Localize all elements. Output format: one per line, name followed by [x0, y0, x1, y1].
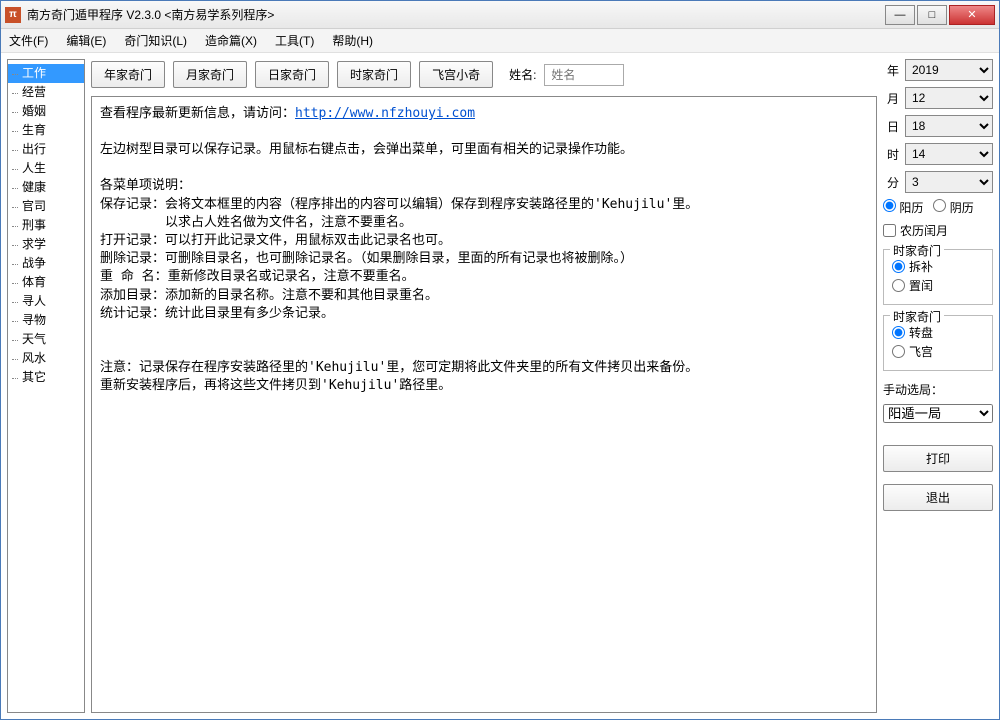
- content-line: 左边树型目录可以保存记录。用鼠标右键点击，会弹出菜单，可里面有相关的记录操作功能…: [100, 141, 868, 159]
- sidebar-item[interactable]: 出行: [8, 140, 84, 159]
- sidebar-item[interactable]: 官司: [8, 197, 84, 216]
- content-line: 删除记录：可删除目录名，也可删除记录名。（如果删除目录，里面的所有记录也将被删除…: [100, 250, 868, 268]
- sidebar-item[interactable]: 生育: [8, 121, 84, 140]
- menu-help[interactable]: 帮助(H): [332, 32, 373, 49]
- print-button[interactable]: 打印: [883, 445, 993, 472]
- content-line: 查看程序最新更新信息，请访问：: [100, 106, 295, 121]
- minute-label: 分: [883, 174, 899, 191]
- group-shijia-2: 时家奇门 转盘 飞宫: [883, 315, 993, 371]
- app-window: π 南方奇门遁甲程序 V2.3.0 <南方易学系列程序> — □ ✕ 文件(F)…: [0, 0, 1000, 720]
- month-label: 月: [883, 90, 899, 107]
- group-title: 时家奇门: [890, 308, 944, 325]
- month-select[interactable]: 12: [905, 87, 993, 109]
- sidebar-item[interactable]: 寻人: [8, 292, 84, 311]
- name-label: 姓名:: [509, 66, 536, 83]
- main: 年家奇门 月家奇门 日家奇门 时家奇门 飞宫小奇 姓名: 查看程序最新更新信息，…: [91, 59, 877, 713]
- hour-select[interactable]: 14: [905, 143, 993, 165]
- minute-select[interactable]: 3: [905, 171, 993, 193]
- window-buttons: — □ ✕: [885, 5, 995, 25]
- btn-feigong[interactable]: 飞宫小奇: [419, 61, 493, 88]
- opt-zhirun[interactable]: [892, 279, 905, 292]
- content-pane: 查看程序最新更新信息，请访问：http://www.nfzhouyi.com 左…: [91, 96, 877, 713]
- update-link[interactable]: http://www.nfzhouyi.com: [295, 106, 475, 121]
- content-line: 添加目录：添加新的目录名称。注意不要和其他目录重名。: [100, 287, 868, 305]
- cal-yin-option[interactable]: 阴历: [933, 199, 973, 216]
- close-button[interactable]: ✕: [949, 5, 995, 25]
- content-line: 各菜单项说明：: [100, 177, 868, 195]
- sidebar-item[interactable]: 健康: [8, 178, 84, 197]
- window-title: 南方奇门遁甲程序 V2.3.0 <南方易学系列程序>: [27, 6, 885, 23]
- group-title: 时家奇门: [890, 242, 944, 259]
- right-panel: 年 2019 月 12 日 18 时 14 分3 阳历 阴历 农历闰月 时家奇门 拆补 …: [883, 59, 993, 713]
- group-shijia-1: 时家奇门 拆补 置闰: [883, 249, 993, 305]
- btn-year-qimen[interactable]: 年家奇门: [91, 61, 165, 88]
- opt-chaibu[interactable]: [892, 260, 905, 273]
- menu-edit[interactable]: 编辑(E): [66, 32, 106, 49]
- minimize-button[interactable]: —: [885, 5, 915, 25]
- menu-qimen[interactable]: 奇门知识(L): [124, 32, 187, 49]
- sidebar-item[interactable]: 经营: [8, 83, 84, 102]
- exit-button[interactable]: 退出: [883, 484, 993, 511]
- app-icon: π: [5, 7, 21, 23]
- day-select[interactable]: 18: [905, 115, 993, 137]
- content-line: 注意：记录保存在程序安装路径里的'Kehujilu'里，您可定期将此文件夹里的所…: [100, 359, 868, 377]
- sidebar-item[interactable]: 天气: [8, 330, 84, 349]
- manual-label: 手动选局：: [883, 381, 993, 398]
- sidebar-item[interactable]: 婚姻: [8, 102, 84, 121]
- sidebar-item[interactable]: 工作: [8, 64, 84, 83]
- content-line: 保存记录：会将文本框里的内容（程序排出的内容可以编辑）保存到程序安装路径里的'K…: [100, 196, 868, 214]
- opt-zhuanpan[interactable]: [892, 326, 905, 339]
- sidebar-item[interactable]: 体育: [8, 273, 84, 292]
- sidebar-item[interactable]: 其它: [8, 368, 84, 387]
- body: 工作经营婚姻生育出行人生健康官司刑事求学战争体育寻人寻物天气风水其它 年家奇门 …: [1, 53, 999, 719]
- lunar-leap-checkbox[interactable]: [883, 224, 896, 237]
- year-label: 年: [883, 62, 899, 79]
- btn-month-qimen[interactable]: 月家奇门: [173, 61, 247, 88]
- sidebar-item[interactable]: 刑事: [8, 216, 84, 235]
- menu-zaoming[interactable]: 造命篇(X): [205, 32, 257, 49]
- name-input[interactable]: [544, 64, 624, 86]
- btn-hour-qimen[interactable]: 时家奇门: [337, 61, 411, 88]
- opt-feigong[interactable]: [892, 345, 905, 358]
- hour-label: 时: [883, 146, 899, 163]
- menu-file[interactable]: 文件(F): [9, 32, 48, 49]
- sidebar-item[interactable]: 人生: [8, 159, 84, 178]
- year-select[interactable]: 2019: [905, 59, 993, 81]
- sidebar-item[interactable]: 寻物: [8, 311, 84, 330]
- content-line: 以求占人姓名做为文件名，注意不要重名。: [100, 214, 868, 232]
- btn-day-qimen[interactable]: 日家奇门: [255, 61, 329, 88]
- menu-tools[interactable]: 工具(T): [275, 32, 314, 49]
- titlebar: π 南方奇门遁甲程序 V2.3.0 <南方易学系列程序> — □ ✕: [1, 1, 999, 29]
- content-line: 重新安装程序后，再将这些文件拷贝到'Kehujilu'路径里。: [100, 377, 868, 395]
- day-label: 日: [883, 118, 899, 135]
- maximize-button[interactable]: □: [917, 5, 947, 25]
- lunar-leap-label: 农历闰月: [900, 222, 948, 239]
- content-line: 打开记录：可以打开此记录文件，用鼠标双击此记录名也可。: [100, 232, 868, 250]
- sidebar-item[interactable]: 求学: [8, 235, 84, 254]
- content-line: 重 命 名：重新修改目录名或记录名，注意不要重名。: [100, 268, 868, 286]
- cal-yang-option[interactable]: 阳历: [883, 199, 923, 216]
- menubar: 文件(F) 编辑(E) 奇门知识(L) 造命篇(X) 工具(T) 帮助(H): [1, 29, 999, 53]
- toolbar: 年家奇门 月家奇门 日家奇门 时家奇门 飞宫小奇 姓名:: [91, 59, 877, 90]
- manual-select[interactable]: 阳遁一局: [883, 404, 993, 423]
- sidebar-item[interactable]: 战争: [8, 254, 84, 273]
- sidebar-item[interactable]: 风水: [8, 349, 84, 368]
- content-line: 统计记录：统计此目录里有多少条记录。: [100, 305, 868, 323]
- sidebar: 工作经营婚姻生育出行人生健康官司刑事求学战争体育寻人寻物天气风水其它: [7, 59, 85, 713]
